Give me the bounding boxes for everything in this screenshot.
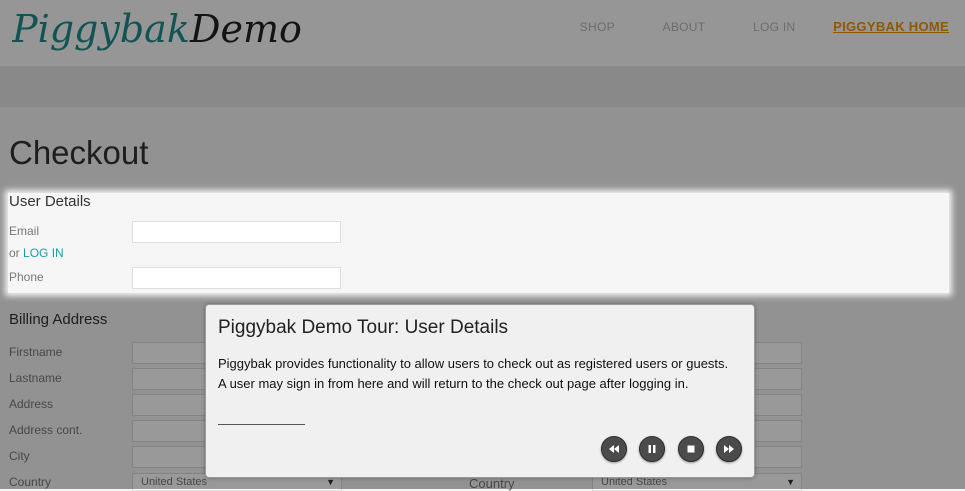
- phone-field[interactable]: [132, 267, 341, 289]
- fast-forward-icon: [724, 445, 734, 453]
- fast-forward-button[interactable]: [716, 436, 742, 462]
- stop-button[interactable]: [677, 436, 704, 462]
- tour-controls: [593, 436, 742, 467]
- tour-progress-bar: [218, 424, 305, 425]
- tour-dialog: Piggybak Demo Tour: User Details Piggyba…: [205, 304, 755, 478]
- tour-title: Piggybak Demo Tour: User Details: [218, 317, 509, 338]
- login-link[interactable]: LOG IN: [23, 246, 64, 260]
- user-details-panel: User Details Email or LOG IN Phone: [8, 193, 949, 293]
- email-field[interactable]: [132, 221, 341, 243]
- email-label: Email: [9, 224, 40, 238]
- rewind-button[interactable]: [600, 436, 627, 462]
- pause-button[interactable]: [639, 436, 666, 462]
- stop-icon: [687, 445, 695, 453]
- pause-icon: [648, 445, 656, 453]
- phone-label: Phone: [9, 270, 44, 284]
- tour-line-2: A user may sign in from here and will re…: [218, 376, 689, 391]
- or-text: or: [9, 246, 20, 260]
- tour-line-1: Piggybak provides functionality to allow…: [218, 356, 729, 371]
- tour-description: Piggybak provides functionality to allow…: [218, 354, 743, 394]
- rewind-icon: [608, 445, 619, 453]
- user-details-title: User Details: [9, 193, 91, 210]
- login-prompt: or LOG IN: [9, 246, 64, 260]
